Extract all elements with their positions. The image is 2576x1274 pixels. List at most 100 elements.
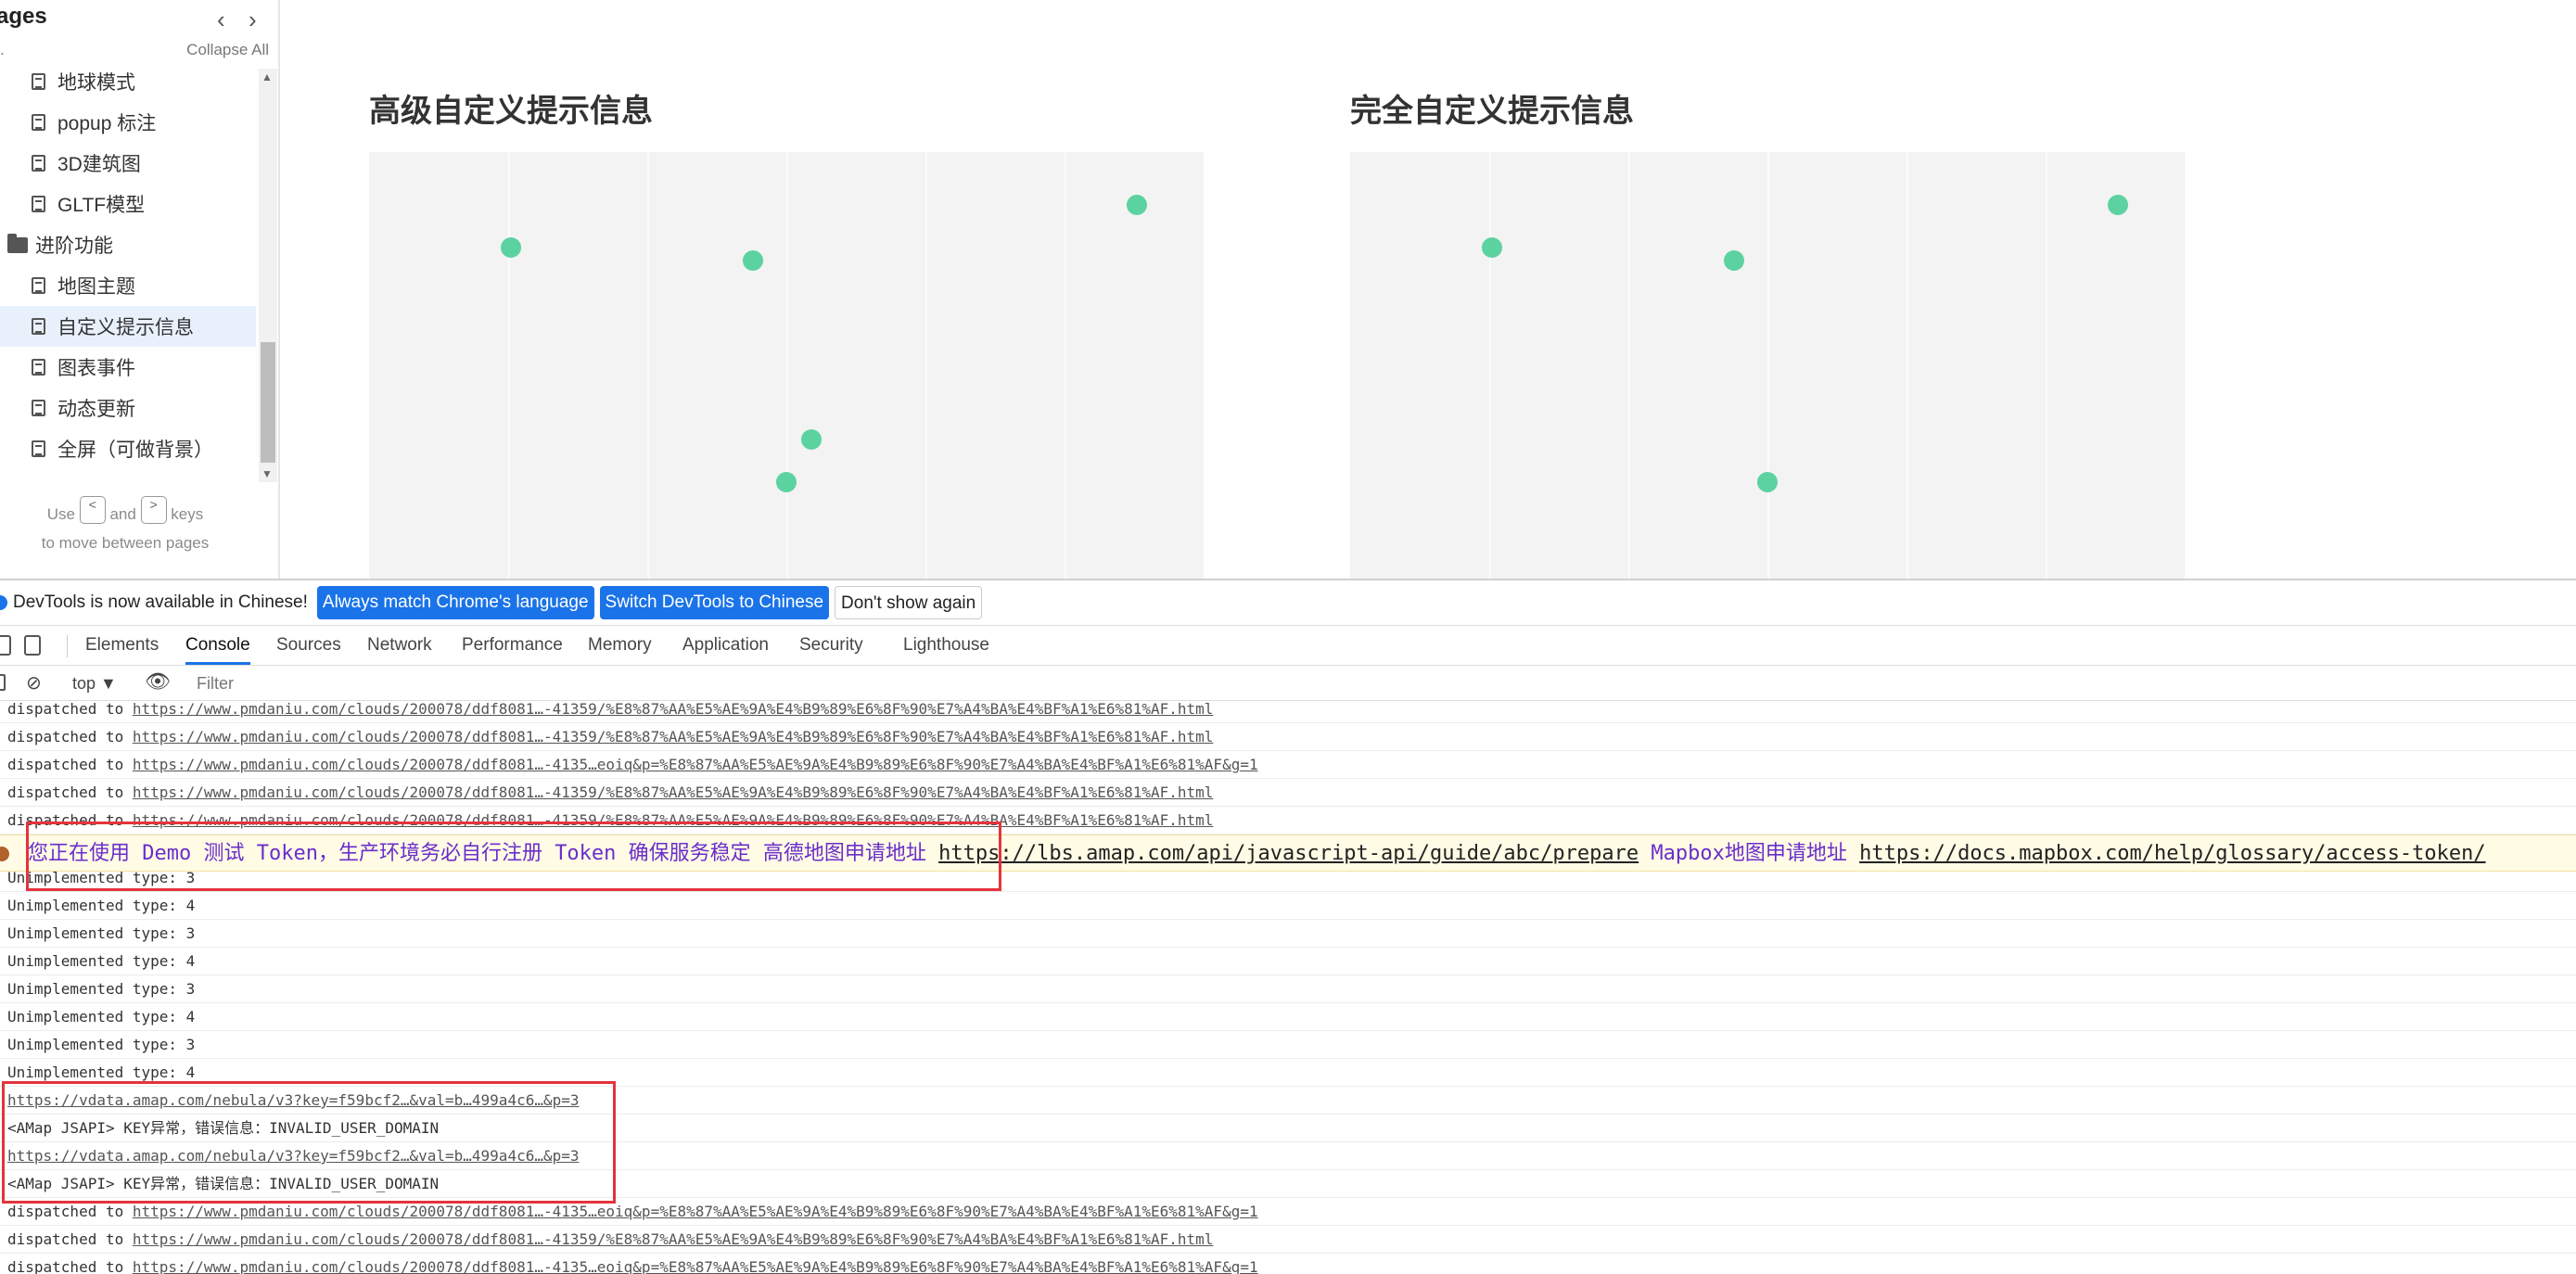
dont-show-again-button[interactable]: Don't show again [835, 586, 983, 619]
console-link[interactable]: https://www.pmdaniu.com/clouds/200078/dd… [133, 728, 1214, 745]
chart-gridline [925, 152, 927, 579]
scatter-chart-full[interactable] [1350, 152, 2185, 579]
document-icon [32, 196, 45, 212]
tab-lighthouse[interactable]: Lighthouse [903, 626, 989, 665]
notice-text: DevTools is now available in Chinese! [13, 592, 308, 612]
console-link[interactable]: https://www.pmdaniu.com/clouds/200078/dd… [133, 1230, 1214, 1248]
console-text: Unimplemented type: 3 [7, 924, 196, 942]
info-icon [0, 595, 7, 610]
unimplemented-row: Unimplemented type: 3 [0, 1031, 2576, 1059]
scroll-up-icon[interactable]: ▲ [261, 70, 273, 83]
tab-separator [67, 635, 68, 657]
sidebar-scrollbar[interactable]: ▲ ▼ [259, 69, 277, 482]
scatter-point[interactable] [2108, 194, 2128, 215]
unimplemented-row: Unimplemented type: 4 [0, 1003, 2576, 1031]
sidebar-item[interactable]: 地图主题 [0, 265, 256, 306]
sidebar-item[interactable]: 3D建筑图 [0, 143, 256, 184]
scrollbar-thumb[interactable] [261, 342, 275, 463]
scatter-point[interactable] [801, 428, 822, 450]
console-text: Unimplemented type: 4 [7, 1008, 196, 1026]
sidebar-item-label: 地图主题 [57, 276, 135, 298]
collapse-all-button[interactable]: Collapse All [186, 41, 269, 59]
console-prefix: dispatched to [7, 1203, 133, 1220]
tab-network[interactable]: Network [367, 626, 432, 665]
tab-sources[interactable]: Sources [276, 626, 341, 665]
device-toolbar-icon[interactable] [24, 635, 41, 656]
sidebar-item-label: 全屏（可做背景） [57, 440, 213, 461]
sidebar-item-label: GLTF模型 [57, 195, 146, 216]
sidebar-toggle-icon[interactable] [0, 674, 6, 691]
warning-mid-text: Mapbox地图申请地址 [1639, 842, 1860, 865]
console-link[interactable]: https://www.pmdaniu.com/clouds/200078/dd… [133, 756, 1258, 773]
dispatch-row: dispatched to https://www.pmdaniu.com/cl… [0, 779, 2576, 807]
scatter-point[interactable] [1482, 236, 1502, 258]
chart-gridline [786, 152, 788, 579]
scatter-point[interactable] [1724, 249, 1744, 271]
eye-icon[interactable]: 👁 [145, 669, 171, 694]
chart-gridline [508, 152, 510, 579]
document-icon [32, 73, 45, 90]
filter-input[interactable]: Filter [197, 674, 234, 694]
mapbox-apply-link[interactable]: https://docs.mapbox.com/help/glossary/ac… [1859, 842, 2486, 865]
amap-apply-link[interactable]: https://lbs.amap.com/api/javascript-api/… [938, 842, 1639, 865]
unimplemented-row: Unimplemented type: 4 [0, 948, 2576, 975]
always-match-language-button[interactable]: Always match Chrome's language [316, 586, 594, 619]
console-link[interactable]: https://www.pmdaniu.com/clouds/200078/dd… [133, 784, 1214, 801]
dispatch-row: dispatched to https://www.pmdaniu.com/cl… [0, 751, 2576, 779]
console-link[interactable]: https://www.pmdaniu.com/clouds/200078/dd… [133, 1203, 1258, 1220]
hint-line2: to move between pages [41, 533, 210, 552]
chart-gridline [1065, 152, 1066, 579]
sidebar-item[interactable]: popup 标注 [0, 102, 256, 143]
hint-use: Use [46, 505, 75, 523]
highlight-box-warning [26, 822, 1001, 891]
console-link[interactable]: https://www.pmdaniu.com/clouds/200078/dd… [133, 1258, 1258, 1274]
clear-console-icon[interactable]: ⊘ [26, 671, 42, 694]
context-select[interactable]: top ▼ [72, 674, 117, 694]
sidebar-item[interactable]: 进阶功能 [0, 224, 256, 265]
dispatch-row: dispatched to https://www.pmdaniu.com/cl… [0, 1226, 2576, 1254]
sidebar-item[interactable]: 动态更新 [0, 388, 256, 428]
switch-to-chinese-button[interactable]: Switch DevTools to Chinese [599, 586, 830, 619]
chart-gridline [2046, 152, 2047, 579]
sidebar: ages ‹ › . Collapse All 地球模式 popup 标注 3D建筑… [0, 0, 280, 579]
sidebar-item[interactable]: GLTF模型 [0, 184, 256, 224]
sidebar-item-label: 自定义提示信息 [57, 317, 194, 338]
scatter-point[interactable] [501, 236, 521, 258]
console-link[interactable]: https://www.pmdaniu.com/clouds/200078/dd… [133, 701, 1214, 718]
scroll-down-icon[interactable]: ▼ [261, 467, 273, 480]
scatter-point[interactable] [1127, 194, 1147, 215]
next-key-icon: > [140, 495, 167, 524]
scatter-point[interactable] [776, 471, 797, 492]
sidebar-item[interactable]: 自定义提示信息 [0, 306, 256, 347]
scatter-chart-advanced[interactable] [369, 152, 1204, 579]
folder-icon [7, 234, 28, 253]
tab-console[interactable]: Console [185, 626, 250, 665]
console-output: dispatched to https://www.pmdaniu.com/cl… [0, 701, 2576, 1274]
tab-performance[interactable]: Performance [462, 626, 563, 665]
chevron-left-icon[interactable]: ‹ [217, 6, 225, 34]
tab-application[interactable]: Application [682, 626, 769, 665]
console-toolbar: ⊘ top ▼ 👁 Filter [0, 666, 2576, 701]
chevron-right-icon[interactable]: › [249, 6, 257, 34]
sidebar-item-label: popup 标注 [57, 113, 157, 134]
unimplemented-row: Unimplemented type: 3 [0, 975, 2576, 1003]
scatter-point[interactable] [1757, 471, 1778, 492]
inspect-icon[interactable] [0, 635, 11, 656]
sidebar-list: 地球模式 popup 标注 3D建筑图 GLTF模型进阶功能地图主题自定义提示信息图表… [0, 61, 256, 469]
sidebar-item[interactable]: 地球模式 [0, 61, 256, 102]
document-icon [32, 155, 45, 172]
sidebar-item[interactable]: 全屏（可做背景） [0, 428, 256, 469]
hint-keys: keys [171, 505, 204, 523]
document-icon [32, 359, 45, 376]
dispatch-row: dispatched to https://www.pmdaniu.com/cl… [0, 723, 2576, 751]
console-text: Unimplemented type: 4 [7, 897, 196, 914]
warning-icon [0, 847, 9, 861]
tab-security[interactable]: Security [799, 626, 863, 665]
chart-gridline [647, 152, 649, 579]
tab-elements[interactable]: Elements [85, 626, 159, 665]
scatter-point[interactable] [743, 249, 763, 271]
document-icon [32, 277, 45, 294]
console-prefix: dispatched to [7, 756, 133, 773]
tab-memory[interactable]: Memory [588, 626, 652, 665]
sidebar-item[interactable]: 图表事件 [0, 347, 256, 388]
